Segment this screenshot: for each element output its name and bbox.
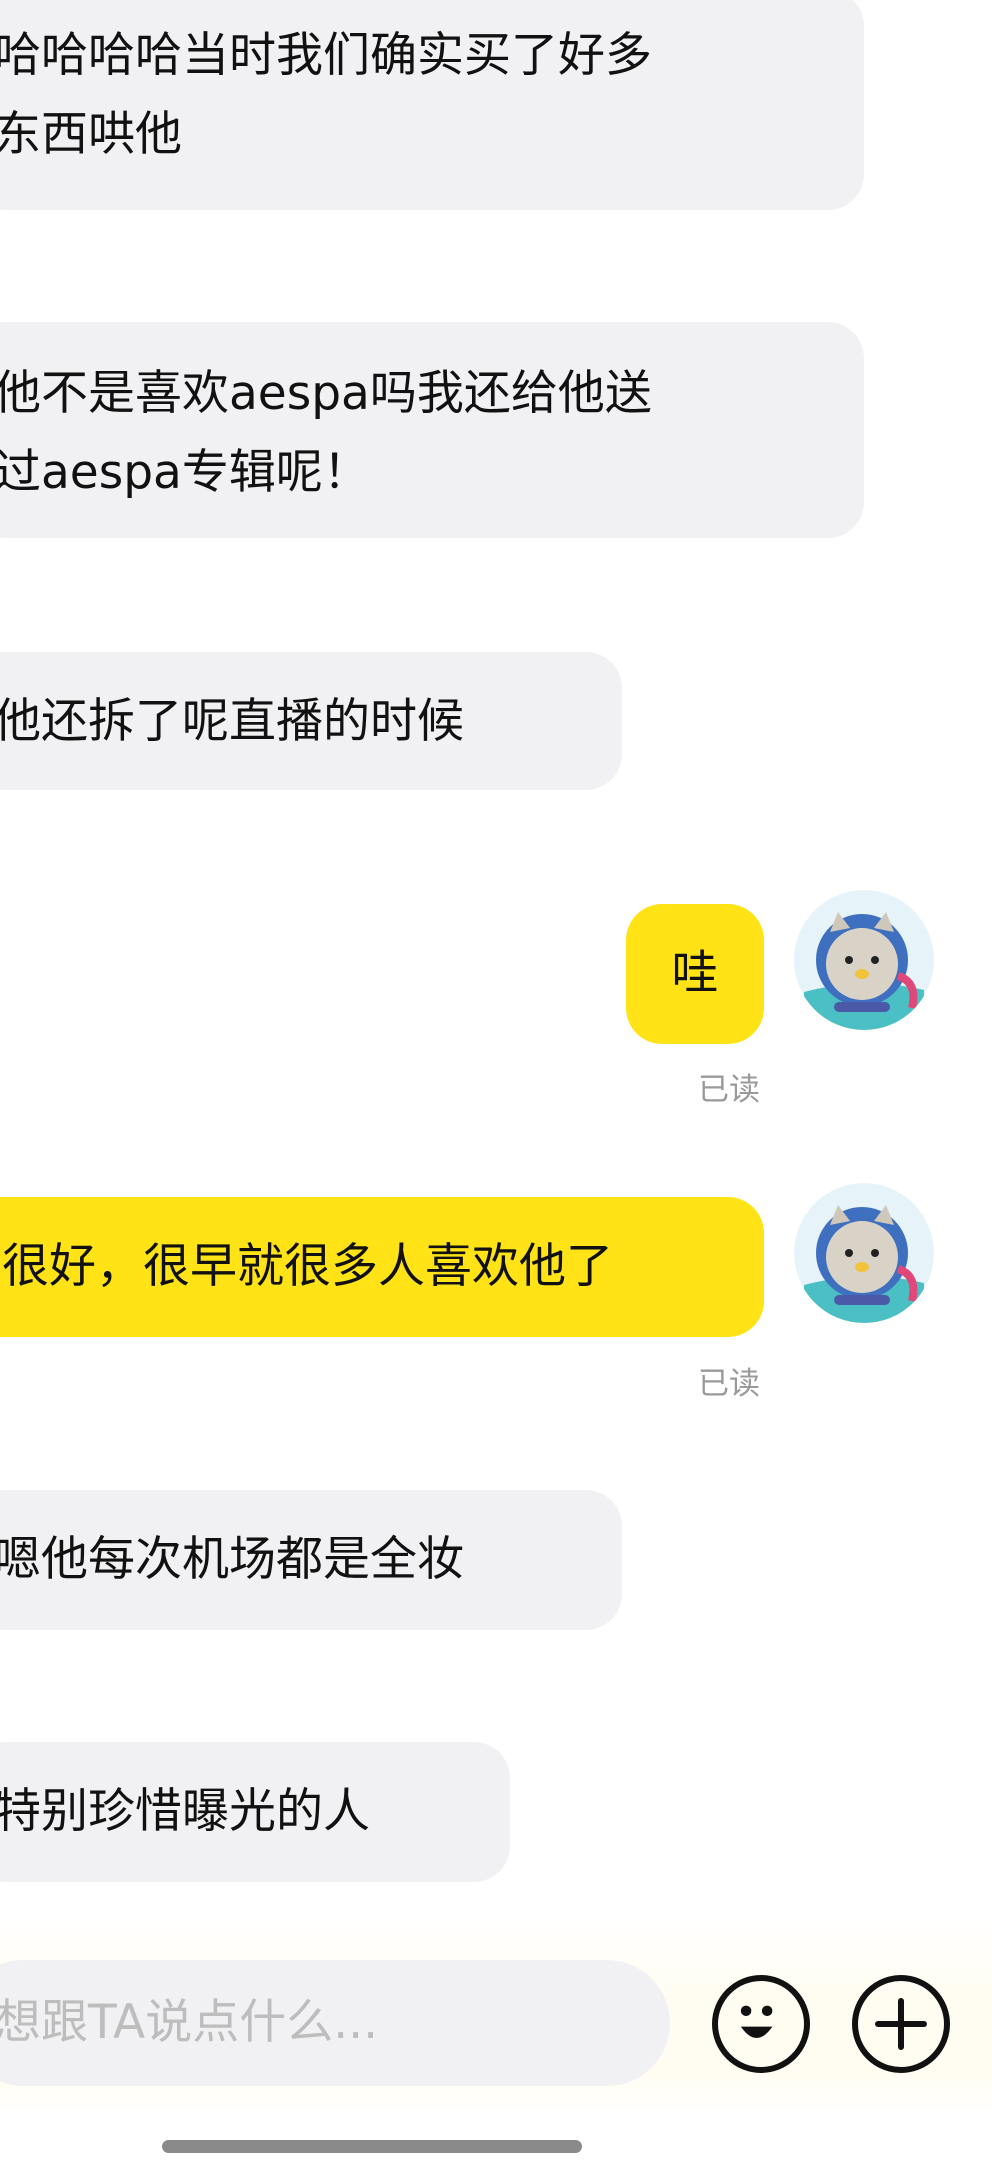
- user-avatar[interactable]: [794, 890, 934, 1030]
- plus-icon: [875, 1998, 927, 2050]
- emoji-button[interactable]: [712, 1975, 810, 2073]
- add-button[interactable]: [852, 1975, 950, 2073]
- message-bubble-incoming[interactable]: 嗯他每次机场都是全妆: [0, 1490, 622, 1630]
- message-bubble-incoming[interactable]: 他还拆了呢直播的时候: [0, 652, 622, 790]
- message-bubble-outgoing[interactable]: 哇: [626, 904, 764, 1044]
- message-bubble-outgoing[interactable]: 很好，很早就很多人喜欢他了: [0, 1197, 764, 1337]
- user-avatar[interactable]: [794, 1183, 934, 1323]
- cat-astronaut-icon: [794, 890, 934, 1030]
- read-status: 已读: [698, 1366, 760, 1402]
- emoji-icon: [740, 2005, 773, 2039]
- message-bubble-incoming[interactable]: 哈哈哈哈当时我们确实买了好多 东西哄他: [0, 0, 864, 210]
- message-bubble-incoming[interactable]: 特别珍惜曝光的人: [0, 1742, 510, 1882]
- cat-astronaut-icon: [794, 1183, 934, 1323]
- message-bubble-incoming[interactable]: 他不是喜欢aespa吗我还给他送 过aespa专辑呢！: [0, 322, 864, 538]
- message-input[interactable]: 想跟TA说点什么...: [0, 1960, 670, 2086]
- read-status: 已读: [698, 1072, 760, 1108]
- home-indicator[interactable]: [162, 2140, 582, 2153]
